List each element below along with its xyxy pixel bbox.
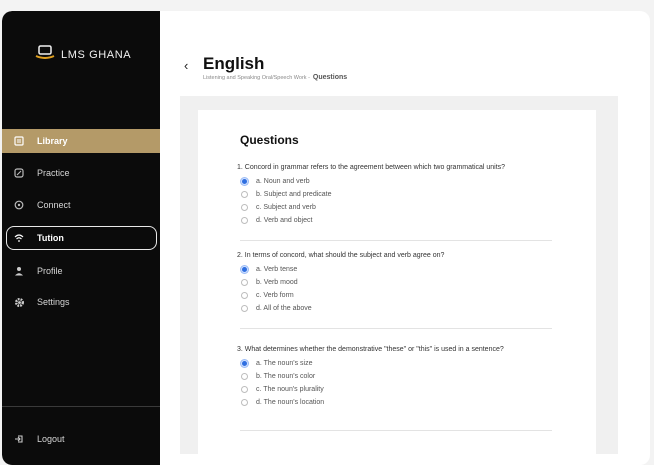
radio-selected[interactable] — [241, 360, 248, 367]
tution-icon — [13, 232, 25, 244]
sidebar-divider — [2, 406, 160, 407]
option-1c[interactable]: c. Subject and verb — [237, 201, 505, 214]
question-text: 2. In terms of concord, what should the … — [237, 252, 445, 259]
radio[interactable] — [241, 399, 248, 406]
option-label: a. Noun and verb — [256, 178, 310, 185]
radio[interactable] — [241, 279, 248, 286]
option-3c[interactable]: c. The noun's plurality — [237, 383, 504, 396]
radio[interactable] — [241, 305, 248, 312]
sidebar-item-label: Profile — [37, 266, 63, 276]
sidebar-item-label: Tution — [37, 233, 64, 243]
breadcrumb: Listening and Speaking Oral/Speech Work … — [203, 74, 347, 81]
option-label: c. The noun's plurality — [256, 386, 324, 393]
laptop-icon — [35, 45, 55, 64]
radio[interactable] — [241, 386, 248, 393]
question-text: 3. What determines whether the demonstra… — [237, 346, 504, 353]
sidebar-item-label: Connect — [37, 200, 71, 210]
practice-icon — [13, 167, 25, 179]
option-2a[interactable]: a. Verb tense — [237, 263, 444, 276]
question-3: 3. What determines whether the demonstra… — [237, 346, 504, 409]
option-label: b. The noun's color — [256, 373, 316, 380]
sidebar-item-label: Library — [37, 136, 68, 146]
radio[interactable] — [241, 191, 248, 198]
logout-button[interactable]: Logout — [2, 427, 160, 451]
option-label: a. Verb tense — [256, 266, 298, 273]
brand-name: LMS GHANA — [61, 48, 132, 61]
brand-logo[interactable]: LMS GHANA — [35, 45, 131, 64]
question-divider — [240, 328, 552, 329]
option-label: b. Subject and predicate — [256, 191, 332, 198]
radio-selected[interactable] — [241, 178, 248, 185]
option-1b[interactable]: b. Subject and predicate — [237, 188, 505, 201]
option-label: a. The noun's size — [256, 360, 313, 367]
radio[interactable] — [241, 373, 248, 380]
question-divider — [240, 430, 552, 431]
option-2d[interactable]: d. All of the above — [237, 302, 444, 315]
gear-icon — [13, 296, 25, 308]
option-1a[interactable]: a. Noun and verb — [237, 175, 505, 188]
option-label: c. Subject and verb — [256, 204, 316, 211]
sidebar-item-label: Settings — [37, 297, 70, 307]
option-label: d. Verb and object — [256, 217, 313, 224]
question-2: 2. In terms of concord, what should the … — [237, 252, 444, 315]
sidebar-item-label: Practice — [37, 168, 70, 178]
radio[interactable] — [241, 204, 248, 211]
sidebar-item-tution[interactable]: Tution — [6, 226, 157, 250]
option-label: d. All of the above — [256, 305, 312, 312]
question-1: 1. Concord in grammar refers to the agre… — [237, 164, 505, 227]
page-title: English — [203, 54, 265, 73]
radio[interactable] — [241, 217, 248, 224]
option-2c[interactable]: c. Verb form — [237, 289, 444, 302]
breadcrumb-current: Questions — [312, 74, 348, 81]
breadcrumb-path[interactable]: Listening and Speaking Oral/Speech Work … — [203, 75, 310, 81]
option-label: b. Verb mood — [256, 279, 298, 286]
question-text: 1. Concord in grammar refers to the agre… — [237, 164, 506, 171]
sidebar-item-library[interactable]: Library — [2, 129, 160, 153]
sidebar-item-practice[interactable]: Practice — [2, 161, 160, 185]
questions-heading: Questions — [240, 133, 299, 147]
option-label: c. Verb form — [256, 292, 294, 299]
option-3a[interactable]: a. The noun's size — [237, 357, 504, 370]
option-label: d. The noun's location — [256, 399, 325, 406]
library-icon — [13, 135, 25, 147]
logout-label: Logout — [37, 434, 65, 444]
radio[interactable] — [241, 292, 248, 299]
sidebar-item-connect[interactable]: Connect — [2, 193, 160, 217]
option-1d[interactable]: d. Verb and object — [237, 214, 505, 227]
profile-icon — [13, 265, 25, 277]
option-3b[interactable]: b. The noun's color — [237, 370, 504, 383]
connect-icon — [13, 199, 25, 211]
option-3d[interactable]: d. The noun's location — [237, 396, 504, 409]
question-divider — [240, 240, 552, 241]
logout-icon — [13, 433, 25, 445]
option-2b[interactable]: b. Verb mood — [237, 276, 444, 289]
back-button[interactable]: ‹ — [184, 58, 188, 73]
sidebar-item-profile[interactable]: Profile — [2, 259, 160, 283]
sidebar: LMS GHANA Library Practice Connect Tutio — [2, 11, 160, 465]
radio-selected[interactable] — [241, 266, 248, 273]
sidebar-item-settings[interactable]: Settings — [2, 290, 160, 314]
